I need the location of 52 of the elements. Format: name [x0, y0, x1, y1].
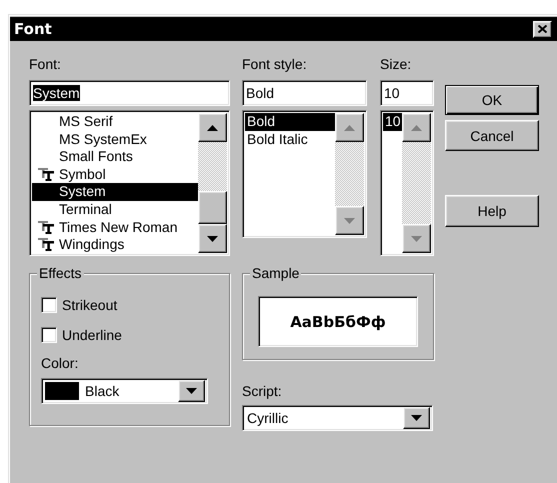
scroll-thumb[interactable]: [198, 191, 227, 224]
window-title: Font: [14, 20, 52, 38]
list-item[interactable]: Times New Roman: [32, 218, 198, 236]
checkbox[interactable]: [41, 297, 57, 313]
scroll-down-button[interactable]: [402, 224, 431, 253]
down-arrow-icon: [186, 388, 197, 394]
dialog-button[interactable]: Cancel: [445, 120, 539, 151]
list-item[interactable]: Symbol: [32, 166, 198, 184]
default-button[interactable]: OK: [445, 85, 539, 115]
scroll-down-button[interactable]: [198, 224, 227, 253]
scroll-down-button[interactable]: [335, 206, 364, 235]
list-box[interactable]: Bold Bold Italic: [242, 110, 367, 238]
list-item[interactable]: Small Fonts: [32, 148, 198, 166]
font-name-field[interactable]: System: [29, 80, 230, 106]
close-button[interactable]: [533, 20, 552, 38]
checkbox[interactable]: [41, 327, 57, 343]
list-box[interactable]: MS Serif MS SystemEx Small Fonts Symbol System Terminal Times New Roman Wingdings: [29, 110, 230, 256]
list-item[interactable]: MS SystemEx: [32, 130, 198, 148]
field-label: Script:: [242, 382, 283, 400]
list-item[interactable]: Terminal: [32, 200, 198, 219]
dropdown-button[interactable]: [178, 380, 205, 402]
field-label: Font style:: [242, 55, 308, 73]
list-box[interactable]: 10: [380, 110, 434, 256]
script-dropdown[interactable]: Cyrillic: [242, 405, 433, 431]
font-style-field[interactable]: Bold: [242, 80, 367, 106]
sample-preview: AaBbБбФф: [258, 296, 418, 347]
list-item[interactable]: Bold: [245, 113, 335, 131]
down-arrow-icon: [207, 236, 218, 242]
list-item[interactable]: Bold Italic: [245, 130, 335, 148]
list-item[interactable]: MS Serif: [32, 113, 198, 131]
down-arrow-icon: [411, 236, 422, 242]
field-label: Size:: [380, 55, 412, 73]
checkbox-label[interactable]: Underline: [62, 327, 122, 343]
up-arrow-icon: [207, 124, 218, 130]
up-arrow-icon: [344, 124, 355, 130]
down-arrow-icon: [411, 415, 422, 421]
scroll-up-button[interactable]: [402, 113, 431, 142]
scroll-up-button[interactable]: [335, 113, 364, 142]
dropdown-button[interactable]: [403, 407, 430, 429]
field-label: Font:: [29, 55, 62, 73]
field-label: Color:: [41, 354, 80, 372]
color-dropdown[interactable]: Black: [41, 378, 208, 404]
list-item[interactable]: System: [32, 183, 198, 201]
font-size-field[interactable]: 10: [380, 80, 434, 106]
list-item[interactable]: 10: [383, 113, 402, 131]
checkbox-label[interactable]: Strikeout: [62, 297, 118, 313]
close-icon: [538, 25, 547, 33]
up-arrow-icon: [411, 124, 422, 130]
dialog-button[interactable]: Help: [445, 195, 539, 227]
scroll-up-button[interactable]: [198, 113, 227, 142]
list-item[interactable]: Wingdings: [32, 236, 198, 253]
down-arrow-icon: [344, 218, 355, 224]
